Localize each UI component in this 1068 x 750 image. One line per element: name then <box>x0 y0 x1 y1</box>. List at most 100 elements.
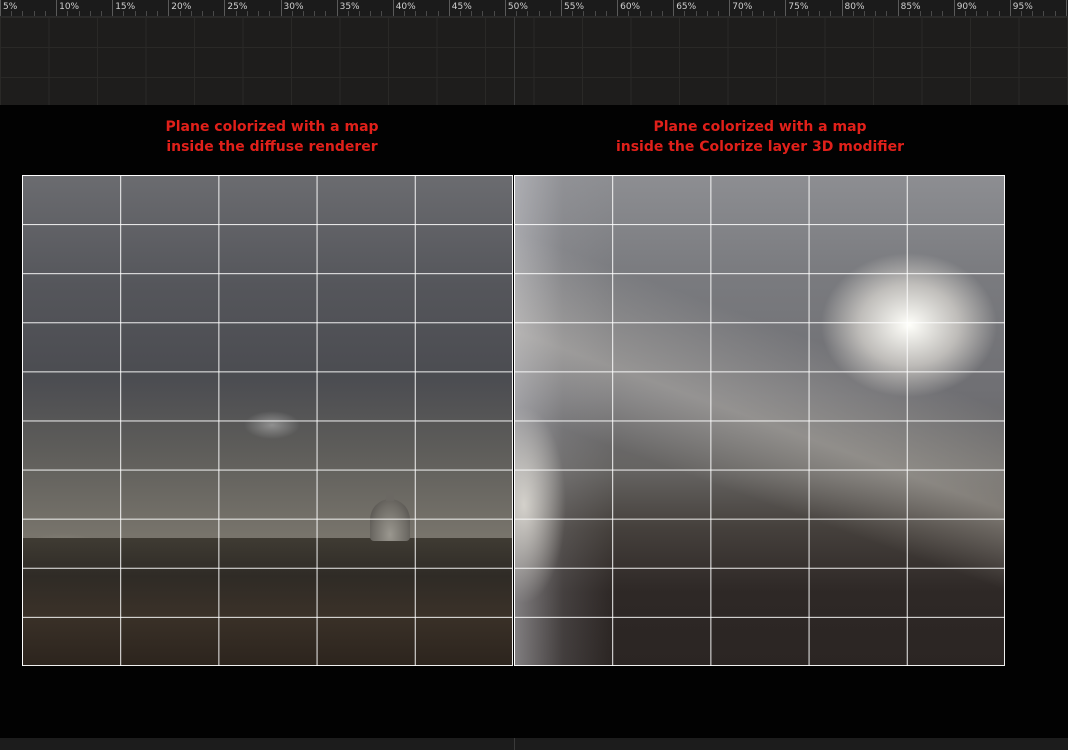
ruler-minor-tick <box>314 11 316 16</box>
ruler-major-tick <box>448 0 450 16</box>
plane-colorize-modifier <box>514 175 1005 666</box>
plane-grid-left <box>22 175 513 666</box>
ruler-minor-tick <box>594 11 596 16</box>
ruler-minor-tick <box>269 11 271 16</box>
ruler-minor-tick <box>1054 11 1056 16</box>
ruler: 5% 10% 15% 20% 25% 30% 35% 40% 45% 50% 55% 60% 65% 70… <box>0 0 1068 17</box>
ruler-major-tick <box>56 0 58 16</box>
ruler-major-tick <box>841 0 843 16</box>
ruler-minor-tick <box>179 11 181 16</box>
ruler-major-tick <box>785 0 787 16</box>
ruler-minor-tick <box>942 11 944 16</box>
ruler-minor-tick <box>235 11 237 16</box>
ruler-major-tick <box>336 0 338 16</box>
ruler-minor-tick <box>908 11 910 16</box>
ruler-minor-tick <box>920 11 922 16</box>
ruler-minor-tick <box>471 11 473 16</box>
ruler-minor-tick <box>302 11 304 16</box>
ruler-minor-tick <box>998 11 1000 16</box>
ruler-minor-tick <box>695 11 697 16</box>
ruler-minor-tick <box>650 11 652 16</box>
ruler-minor-tick <box>201 11 203 16</box>
ruler-label: 95% <box>1012 2 1033 12</box>
ruler-minor-tick <box>415 11 417 16</box>
ruler-minor-tick <box>886 11 888 16</box>
ruler-minor-tick <box>807 11 809 16</box>
ruler-major-tick <box>224 0 226 16</box>
ruler-minor-tick <box>325 11 327 16</box>
ruler-major-tick <box>112 0 114 16</box>
ruler-label: 85% <box>900 2 921 12</box>
ruler-label: 10% <box>59 2 80 12</box>
caption-left-line2: inside the diffuse renderer <box>166 139 378 155</box>
ruler-minor-tick <box>549 11 551 16</box>
ruler-minor-tick <box>796 11 798 16</box>
caption-left-line1: Plane colorized with a map <box>165 119 379 135</box>
ruler-minor-tick <box>426 11 428 16</box>
ruler-minor-tick <box>22 11 24 16</box>
ruler-minor-tick <box>628 11 630 16</box>
ruler-label: 70% <box>732 2 753 12</box>
ruler-minor-tick <box>661 11 663 16</box>
ruler-minor-tick <box>987 11 989 16</box>
ruler-major-tick <box>561 0 562 16</box>
ruler-major-tick <box>729 0 731 16</box>
ruler-label: 5% <box>3 2 18 12</box>
ruler-minor-tick <box>134 11 136 16</box>
ruler-minor-tick <box>246 11 248 16</box>
ruler-minor-tick <box>740 11 742 16</box>
ruler-label: 50% <box>507 2 528 12</box>
ruler-minor-tick <box>190 11 192 16</box>
ruler-label: 55% <box>564 2 585 12</box>
ruler-minor-tick <box>706 11 708 16</box>
render-canvas: Plane colorized with a map inside the di… <box>0 105 1068 738</box>
ruler-minor-tick <box>258 11 260 16</box>
ruler-minor-tick <box>964 11 966 16</box>
ruler-label: 35% <box>339 2 360 12</box>
ruler-major-tick <box>953 0 955 16</box>
ruler-minor-tick <box>33 11 35 16</box>
ruler-minor-tick <box>819 11 821 16</box>
ruler-minor-tick <box>157 11 159 16</box>
center-guide <box>514 17 515 105</box>
ruler-minor-tick <box>381 11 383 16</box>
bottom-bar <box>0 738 1068 750</box>
ruler-minor-tick <box>437 11 439 16</box>
ruler-minor-tick <box>78 11 80 16</box>
ruler-minor-tick <box>976 11 978 16</box>
ruler-minor-tick <box>684 11 686 16</box>
ruler-minor-tick <box>347 11 349 16</box>
ruler-minor-tick <box>482 11 484 16</box>
ruler-minor-tick <box>1021 11 1023 16</box>
ruler-minor-tick <box>863 11 865 16</box>
ruler-label: 90% <box>956 2 977 12</box>
ruler-label: 25% <box>227 2 248 12</box>
ruler-minor-tick <box>89 11 91 16</box>
ruler-major-tick <box>1065 0 1067 16</box>
ruler-minor-tick <box>1032 11 1034 16</box>
ruler-minor-tick <box>583 11 585 16</box>
ruler-minor-tick <box>538 11 540 16</box>
ruler-label: 60% <box>620 2 641 12</box>
ruler-minor-tick <box>605 11 607 16</box>
ruler-minor-tick <box>403 11 405 16</box>
ruler-minor-tick <box>359 11 361 16</box>
ruler-minor-tick <box>639 11 641 16</box>
caption-right-line1: Plane colorized with a map <box>653 119 867 135</box>
ruler-minor-tick <box>852 11 854 16</box>
ruler-minor-tick <box>774 11 776 16</box>
ruler-major-tick <box>1009 0 1011 16</box>
ruler-minor-tick <box>875 11 877 16</box>
caption-right: Plane colorized with a map inside the Co… <box>514 117 1006 157</box>
ruler-minor-tick <box>460 11 462 16</box>
ruler-label: 45% <box>451 2 472 12</box>
ruler-minor-tick <box>44 11 46 16</box>
ruler-minor-tick <box>1043 11 1045 16</box>
ruler-label: 75% <box>788 2 809 12</box>
ruler-minor-tick <box>291 11 293 16</box>
ruler-minor-tick <box>145 11 147 16</box>
ruler-minor-tick <box>370 11 372 16</box>
ruler-minor-tick <box>830 11 832 16</box>
ruler-minor-tick <box>516 11 518 16</box>
ruler-major-tick <box>617 0 619 16</box>
